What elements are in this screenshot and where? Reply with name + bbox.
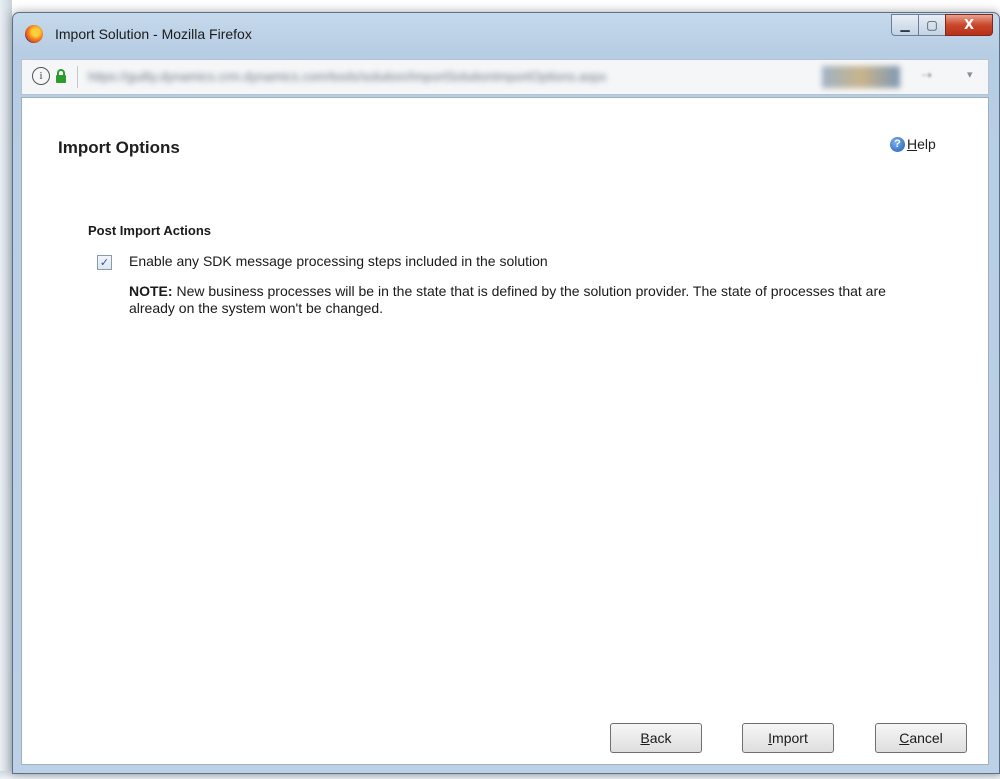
back-button[interactable]: Back [610,723,702,753]
note-text: NOTE: New business processes will be in … [129,283,899,317]
url-text[interactable]: https://guilty.dynamics.crm.dynamics.com… [88,69,607,84]
help-link[interactable]: ? Help [890,136,936,152]
url-extension-icons [822,66,900,88]
check-icon: ✓ [99,256,110,269]
desktop-edge [0,0,12,779]
info-icon[interactable]: i [32,67,50,85]
note-body: New business processes will be in the st… [129,283,886,316]
title-bar[interactable]: Import Solution - Mozilla Firefox ▁ ▢ X [13,13,999,55]
enable-sdk-steps-checkbox[interactable]: ✓ [97,255,112,270]
lock-icon [55,69,67,87]
import-button[interactable]: Import [742,723,834,753]
address-bar[interactable]: i https://guilty.dynamics.crm.dynamics.c… [21,59,989,95]
enable-sdk-steps-label[interactable]: Enable any SDK message processing steps … [129,253,548,269]
dialog-content: Import Options ? Help Post Import Action… [21,97,989,765]
chevron-down-icon[interactable]: ▾ [967,68,973,81]
page-actions-icon[interactable]: ⇢ [922,68,932,82]
cancel-button[interactable]: Cancel [875,723,967,753]
help-icon: ? [890,136,905,152]
window-controls: ▁ ▢ X [891,14,993,36]
browser-window: Import Solution - Mozilla Firefox ▁ ▢ X … [12,12,1000,774]
close-icon: X [963,17,975,33]
url-separator [77,66,78,88]
note-prefix: NOTE: [129,283,173,299]
maximize-button[interactable]: ▢ [918,14,946,36]
firefox-icon [25,25,43,43]
help-label[interactable]: Help [907,136,936,152]
page-title: Import Options [58,138,180,157]
minimize-icon: ▁ [900,18,910,32]
maximize-icon: ▢ [926,18,938,32]
minimize-button[interactable]: ▁ [891,14,919,36]
close-button[interactable]: X [945,14,993,36]
window-title: Import Solution - Mozilla Firefox [55,26,252,42]
section-title: Post Import Actions [88,223,212,238]
